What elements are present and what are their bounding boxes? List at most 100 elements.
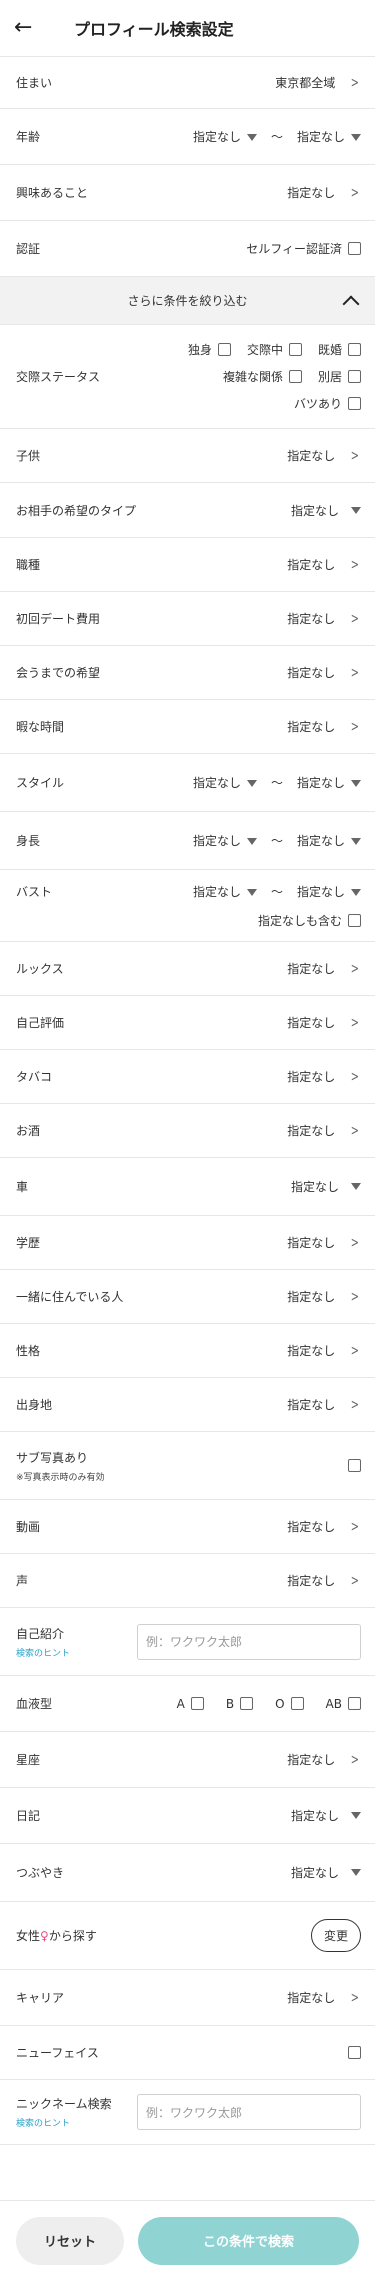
style-min-select[interactable]: 指定なし <box>193 774 257 791</box>
self-intro-input[interactable]: 例：ワクワク太郎 <box>137 1623 361 1660</box>
row-meeting-preference[interactable]: 会うまでの希望 指定なし > <box>0 645 375 699</box>
row-children[interactable]: 子供 指定なし > <box>0 428 375 482</box>
selfie-verified-checkbox[interactable] <box>348 242 361 255</box>
row-first-date-cost[interactable]: 初回デート費用 指定なし > <box>0 591 375 645</box>
row-interests[interactable]: 興味あること 指定なし > <box>0 164 375 220</box>
reset-button[interactable]: リセット <box>16 2216 124 2265</box>
row-video[interactable]: 動画 指定なし > <box>0 1499 375 1553</box>
row-personality[interactable]: 性格 指定なし > <box>0 1323 375 1377</box>
row-value: 指定なし <box>287 720 336 734</box>
blood-ab-option[interactable]: AB <box>326 1697 361 1711</box>
status-separated-option[interactable]: 別居 <box>318 368 361 385</box>
checkbox[interactable] <box>240 1697 254 1710</box>
row-label: 自己紹介 <box>16 1626 65 1641</box>
row-value: 指定なし <box>287 666 336 680</box>
row-car[interactable]: 車 指定なし <box>0 1157 375 1215</box>
row-label: 日記 <box>16 1809 41 1823</box>
bust-max-select[interactable]: 指定なし <box>297 883 361 900</box>
row-free-time[interactable]: 暇な時間 指定なし > <box>0 699 375 753</box>
range-tilde: 〜 <box>270 776 283 790</box>
row-self-rating[interactable]: 自己評価 指定なし > <box>0 995 375 1049</box>
row-label: お相手の希望のタイプ <box>16 503 137 518</box>
row-value: 指定なし <box>287 1236 336 1250</box>
chevron-right-icon: > <box>351 1234 360 1251</box>
dropdown-icon <box>246 838 257 845</box>
row-carrier[interactable]: キャリア 指定なし > <box>0 1969 375 2025</box>
range-tilde: 〜 <box>270 834 283 848</box>
checkbox[interactable] <box>348 343 361 356</box>
header: ← プロフィール検索設定 <box>0 0 375 56</box>
row-label: 認証 <box>16 242 41 256</box>
row-label: 住まい <box>16 76 53 90</box>
status-single-option[interactable]: 独身 <box>188 341 231 358</box>
row-hometown[interactable]: 出身地 指定なし > <box>0 1377 375 1431</box>
chevron-right-icon: > <box>351 664 360 681</box>
row-value: 指定なし <box>287 1070 336 1084</box>
section-label: さらに条件を絞り込む <box>127 294 248 308</box>
checkbox[interactable] <box>348 370 361 383</box>
checkbox[interactable] <box>288 343 302 356</box>
row-voice[interactable]: 声 指定なし > <box>0 1553 375 1607</box>
change-button[interactable]: 変更 <box>310 1919 361 1952</box>
bust-min-select[interactable]: 指定なし <box>193 883 257 900</box>
row-housemates[interactable]: 一緒に住んでいる人 指定なし > <box>0 1269 375 1323</box>
page-title: プロフィール検索設定 <box>74 20 234 39</box>
checkbox[interactable] <box>190 1697 204 1710</box>
row-tweet[interactable]: つぶやき 指定なし <box>0 1843 375 1901</box>
blood-o-option[interactable]: O <box>275 1697 304 1711</box>
row-education[interactable]: 学歴 指定なし > <box>0 1215 375 1269</box>
status-married-option[interactable]: 既婚 <box>318 341 361 358</box>
row-tobacco[interactable]: タバコ 指定なし > <box>0 1049 375 1103</box>
row-height: 身長 指定なし 〜 指定なし <box>0 811 375 869</box>
height-min-select[interactable]: 指定なし <box>193 832 257 849</box>
row-diary[interactable]: 日記 指定なし <box>0 1787 375 1843</box>
checkbox[interactable] <box>290 1697 304 1710</box>
checkbox[interactable] <box>348 913 361 927</box>
style-max-select[interactable]: 指定なし <box>297 774 361 791</box>
row-zodiac[interactable]: 星座 指定なし > <box>0 1731 375 1787</box>
blood-a-option[interactable]: A <box>177 1697 204 1711</box>
newface-checkbox[interactable] <box>348 2046 361 2059</box>
chevron-right-icon: > <box>351 1014 360 1031</box>
back-arrow-icon[interactable]: ← <box>14 17 58 39</box>
checkbox[interactable] <box>348 397 361 410</box>
search-with-conditions-button[interactable]: この条件で検索 <box>138 2216 359 2265</box>
bust-include-none-option[interactable]: 指定なしも含む <box>258 912 361 929</box>
row-residence[interactable]: 住まい 東京都全域 > <box>0 56 375 108</box>
status-complicated-option[interactable]: 複雑な関係 <box>223 368 302 385</box>
sub-photo-checkbox[interactable] <box>348 1459 361 1472</box>
row-value: 指定なし <box>287 449 336 463</box>
chevron-right-icon: > <box>351 184 360 201</box>
search-hint-link[interactable]: 検索のヒント <box>16 2116 137 2129</box>
blood-b-option[interactable]: B <box>226 1697 254 1711</box>
row-value: 指定なし <box>287 186 336 200</box>
age-max-select[interactable]: 指定なし <box>297 128 361 145</box>
more-filters-toggle[interactable]: さらに条件を絞り込む <box>0 276 375 324</box>
row-label: 会うまでの希望 <box>16 666 101 680</box>
status-divorced-option[interactable]: バツあり <box>294 395 361 412</box>
footer-bar: リセット この条件で検索 <box>0 2200 375 2280</box>
age-min-select[interactable]: 指定なし <box>193 128 257 145</box>
range-tilde: 〜 <box>270 884 283 899</box>
row-verify: 認証 セルフィー認証済 <box>0 220 375 276</box>
row-label: 血液型 <box>16 1697 53 1711</box>
chevron-right-icon: > <box>351 1989 360 2006</box>
row-label: つぶやき <box>16 1866 65 1880</box>
row-label: ルックス <box>16 962 64 976</box>
row-looks[interactable]: ルックス 指定なし > <box>0 941 375 995</box>
row-label: 興味あること <box>16 186 89 200</box>
checkbox[interactable] <box>288 370 302 383</box>
row-preferred-type[interactable]: お相手の希望のタイプ 指定なし <box>0 482 375 537</box>
nickname-input[interactable]: 例：ワクワク太郎 <box>137 2094 361 2130</box>
checkbox[interactable] <box>348 1697 361 1710</box>
search-hint-link[interactable]: 検索のヒント <box>16 1646 137 1659</box>
status-dating-option[interactable]: 交際中 <box>247 341 302 358</box>
row-alcohol[interactable]: お酒 指定なし > <box>0 1103 375 1157</box>
chevron-right-icon: > <box>351 1288 360 1305</box>
row-bust: バスト 指定なし 〜 指定なし 指定なしも含む <box>0 869 375 941</box>
height-max-select[interactable]: 指定なし <box>297 832 361 849</box>
row-occupation[interactable]: 職種 指定なし > <box>0 537 375 591</box>
row-label: キャリア <box>16 1991 65 2005</box>
checkbox[interactable] <box>217 343 231 356</box>
row-label: 学歴 <box>16 1236 41 1250</box>
